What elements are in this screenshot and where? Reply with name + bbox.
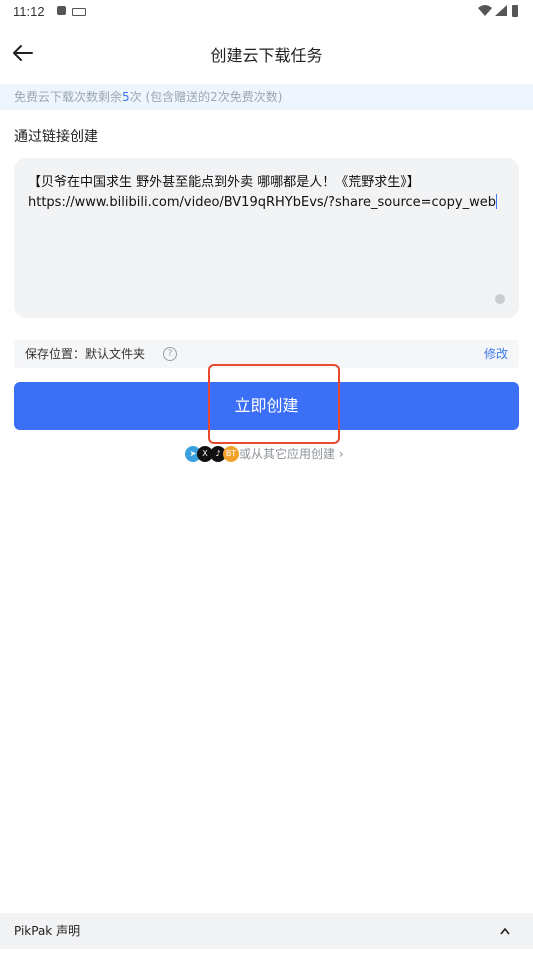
system-icons <box>477 4 521 21</box>
status-bar: 11:12 <box>0 0 533 24</box>
clear-icon[interactable] <box>495 294 505 304</box>
link-input[interactable]: 【贝爷在中国求生 野外甚至能点到外卖 哪哪都是人！《荒野求生》】 https:/… <box>14 158 519 318</box>
section-label: 通过链接创建 <box>14 129 98 145</box>
modify-link[interactable]: 修改 <box>484 340 508 368</box>
chevron-up-icon[interactable] <box>499 913 511 963</box>
bt-icon: BT <box>223 446 239 462</box>
wifi-signal-battery-icon <box>478 5 518 17</box>
status-time: 11:12 <box>13 4 45 19</box>
save-location-row: 保存位置：默认文件夹 ? 修改 <box>14 340 519 368</box>
create-now-button[interactable]: 立即创建 <box>14 382 519 430</box>
quota-count: 5 <box>122 90 130 104</box>
link-text-line1: 【贝爷在中国求生 野外甚至能点到外卖 哪哪都是人！《荒野求生》】 <box>28 175 420 190</box>
quota-suffix: 次 (包含赠送的2次免费次数) <box>129 90 283 104</box>
app-header: 创建云下载任务 <box>0 24 533 82</box>
save-location-label: 保存位置：默认文件夹 <box>25 347 146 361</box>
disclaimer-bar[interactable]: PikPak 声明 <box>0 913 533 949</box>
link-text-line2: https://www.bilibili.com/video/BV19qRHYb… <box>28 195 496 210</box>
disclaimer-label: PikPak 声明 <box>14 924 81 938</box>
keyboard-icon <box>72 8 86 16</box>
notification-icon <box>57 6 66 15</box>
help-icon[interactable]: ? <box>163 347 177 361</box>
text-caret <box>495 194 497 209</box>
other-apps-label: 或从其它应用创建 › <box>239 447 344 461</box>
quota-prefix: 免费云下载次数剩余 <box>14 90 123 104</box>
page-title: 创建云下载任务 <box>210 46 323 65</box>
quota-banner: 免费云下载次数剩余5次 (包含赠送的2次免费次数) <box>0 84 533 110</box>
